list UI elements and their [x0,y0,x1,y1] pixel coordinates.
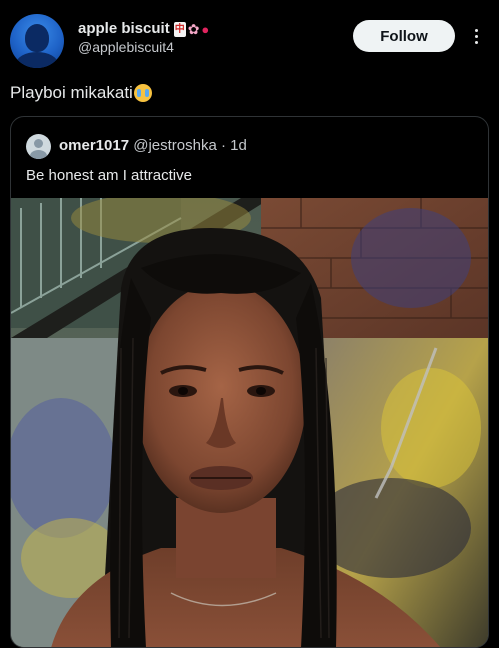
default-avatar-head-shape [34,139,43,148]
more-dot [474,28,478,32]
author-avatar[interactable] [10,14,64,68]
follow-button[interactable]: Follow [353,20,455,52]
quoted-post-meta: omer1017 @jestroshka · 1d [59,137,247,155]
meta-separator: · [221,137,226,154]
post-card: apple biscuit 中 ✿ ● @applebiscuit4 Follo… [0,0,499,648]
more-dot [474,34,478,38]
quoted-post[interactable]: omer1017 @jestroshka · 1d Be honest am I… [10,116,489,648]
mahjong-red-dragon-emoji: 中 [173,21,186,37]
lips-emoji: ● [201,21,210,37]
author-display-name[interactable]: apple biscuit 中 ✿ ● [78,20,209,38]
more-vertical-icon[interactable] [468,22,484,50]
post-text-content: Playboi mikakati [10,83,133,102]
quoted-post-photo[interactable] [11,198,488,647]
avatar-shoulders-shape [16,52,58,68]
more-dot [474,40,478,44]
author-info: apple biscuit 中 ✿ ● @applebiscuit4 [78,20,209,56]
author-handle[interactable]: @applebiscuit4 [78,38,209,56]
crying-face-emoji [133,84,152,102]
photo-illustration [11,198,488,647]
author-display-name-text: apple biscuit [78,20,170,37]
quoted-author-name[interactable]: omer1017 [59,137,129,154]
quoted-post-text: Be honest am I attractive [26,167,192,184]
post-text: Playboi mikakati [10,82,152,104]
quoted-post-time[interactable]: 1d [230,137,247,154]
avatar-head-shape [25,24,49,52]
quoted-author-avatar[interactable] [26,134,51,159]
quoted-author-handle[interactable]: @jestroshka [133,137,217,154]
cherry-blossom-emoji: ✿ [187,20,200,37]
default-avatar-body-shape [30,150,47,159]
